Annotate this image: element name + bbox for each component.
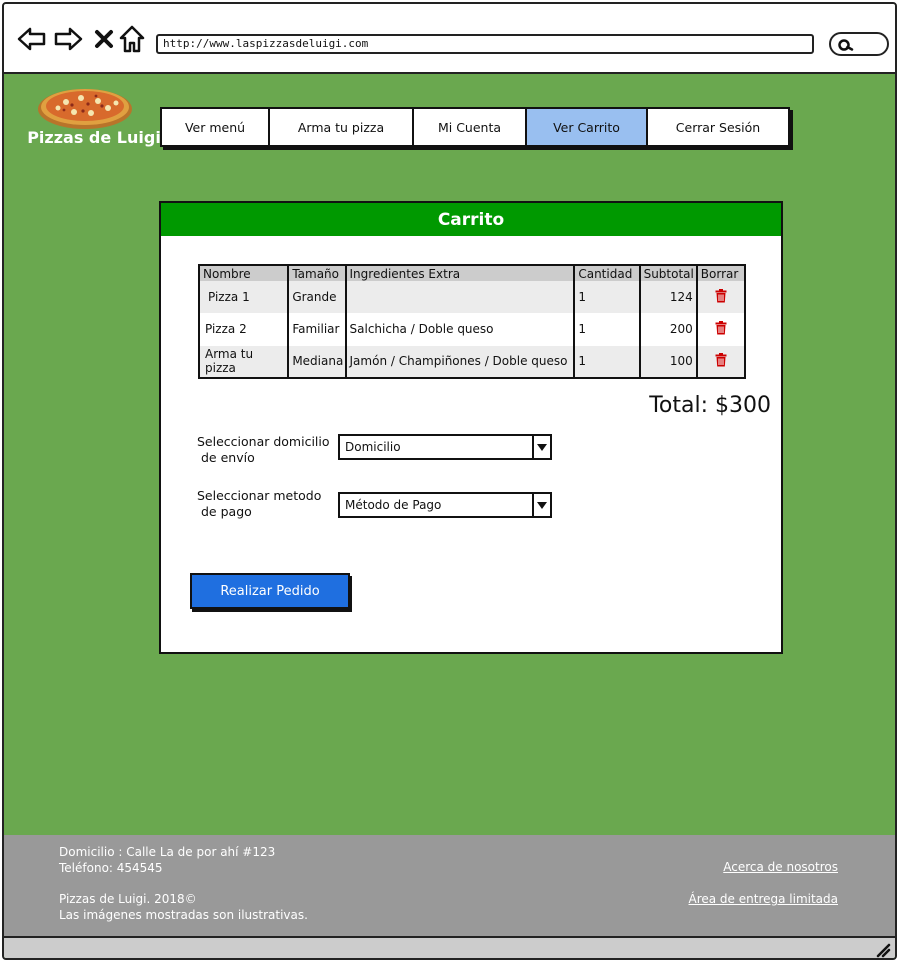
trash-icon — [715, 288, 727, 303]
browser-toolbar: http://www.laspizzasdeluigi.com — [4, 4, 895, 74]
cart-table: Nombre Tamaño Ingredientes Extra Cantida… — [198, 264, 746, 379]
home-icon — [119, 25, 145, 53]
footer-address: Domicilio : Calle La de por ahí #123 — [59, 845, 276, 859]
home-button[interactable] — [116, 24, 148, 54]
cell-borrar — [697, 313, 745, 345]
status-bar — [4, 936, 895, 958]
col-header-borrar: Borrar — [696, 265, 745, 281]
chevron-down-icon — [537, 443, 547, 451]
cell-tamano: Grande — [288, 281, 347, 314]
resize-grip-icon[interactable] — [875, 942, 891, 958]
payment-select-value: Método de Pago — [345, 498, 442, 512]
back-button[interactable] — [16, 24, 48, 54]
cell-tamano: Mediana — [288, 345, 347, 378]
table-row: Pizza 1 Grande 1 124 — [199, 281, 745, 314]
cart-total: Total: $300 — [649, 393, 771, 418]
url-bar[interactable]: http://www.laspizzasdeluigi.com — [156, 34, 814, 54]
nav-ver-carrito[interactable]: Ver Carrito — [527, 109, 648, 145]
cell-ingredientes: Salchicha / Doble queso — [345, 313, 576, 346]
search-icon — [838, 39, 854, 51]
col-header-tamano: Tamaño — [288, 265, 347, 281]
close-icon — [95, 30, 113, 48]
footer-disclaimer: Las imágenes mostradas son ilustrativas. — [59, 908, 308, 922]
col-header-subtotal: Subtotal — [639, 265, 698, 281]
address-select[interactable]: Domicilio — [338, 434, 552, 460]
col-header-cantidad: Cantidad — [574, 265, 641, 281]
about-link[interactable]: Acerca de nosotros — [723, 860, 838, 874]
table-row: Arma tu pizza Mediana Jamón / Champiñone… — [199, 345, 745, 378]
cell-tamano: Familiar — [288, 313, 347, 346]
browser-window: http://www.laspizzasdeluigi.com Pizzas d… — [2, 2, 897, 960]
delete-row-button[interactable] — [715, 288, 727, 306]
footer: Domicilio : Calle La de por ahí #123 Tel… — [4, 835, 895, 936]
cell-cantidad: 1 — [574, 345, 641, 378]
cell-subtotal: 100 — [639, 345, 698, 378]
trash-icon — [715, 352, 727, 367]
cell-ingredientes — [345, 281, 576, 314]
payment-label: Seleccionar metodo de pago — [197, 488, 321, 520]
brand-name: Pizzas de Luigi — [27, 128, 161, 147]
cell-nombre: Pizza 2 — [199, 313, 290, 346]
pizza-logo — [38, 89, 132, 129]
back-arrow-icon — [17, 27, 46, 51]
cell-borrar — [696, 281, 745, 314]
delete-row-button[interactable] — [715, 352, 727, 370]
nav-mi-cuenta[interactable]: Mi Cuenta — [414, 109, 527, 145]
payment-select-toggle[interactable] — [532, 494, 550, 516]
cell-cantidad: 1 — [574, 313, 641, 346]
payment-label-line-2: de pago — [201, 504, 252, 519]
nav-ver-menu[interactable]: Ver menú — [162, 109, 270, 145]
address-label-line-2: de envío — [201, 450, 255, 465]
cart-title: Carrito — [161, 203, 781, 236]
place-order-button[interactable]: Realizar Pedido — [190, 573, 350, 609]
address-label: Seleccionar domicilio de envío — [197, 434, 330, 466]
cart-panel: Carrito Nombre Tamaño Ingredientes Extra… — [159, 201, 783, 654]
footer-phone: Teléfono: 454545 — [59, 861, 163, 875]
delete-row-button[interactable] — [715, 320, 727, 338]
cell-cantidad: 1 — [574, 281, 641, 314]
cell-subtotal: 124 — [639, 281, 698, 314]
address-select-toggle[interactable] — [532, 436, 550, 458]
cell-subtotal: 200 — [639, 313, 698, 346]
payment-label-line-1: Seleccionar metodo — [197, 488, 322, 503]
table-row: Pizza 2 Familiar Salchicha / Doble queso… — [199, 313, 745, 346]
trash-icon — [715, 320, 727, 335]
cell-nombre: Pizza 1 — [199, 281, 290, 314]
delivery-area-link[interactable]: Área de entrega limitada — [689, 892, 839, 906]
cell-ingredientes: Jamón / Champiñones / Doble queso — [345, 345, 576, 378]
chevron-down-icon — [537, 501, 547, 509]
address-select-value: Domicilio — [345, 440, 401, 454]
nav-cerrar-sesion[interactable]: Cerrar Sesión — [648, 109, 788, 145]
cell-borrar — [696, 345, 745, 378]
browser-search-field[interactable] — [829, 32, 889, 56]
forward-arrow-icon — [54, 27, 83, 51]
footer-copyright: Pizzas de Luigi. 2018© — [59, 892, 197, 906]
payment-select[interactable]: Método de Pago — [338, 492, 552, 518]
nav-arma-tu-pizza[interactable]: Arma tu pizza — [270, 109, 414, 145]
address-label-line-1: Seleccionar domicilio — [197, 434, 330, 449]
table-header-row: Nombre Tamaño Ingredientes Extra Cantida… — [199, 265, 745, 281]
main-nav: Ver menú Arma tu pizza Mi Cuenta Ver Car… — [160, 107, 790, 147]
cell-nombre: Arma tu pizza — [199, 345, 290, 378]
col-header-nombre: Nombre — [199, 265, 290, 281]
col-header-ingredientes: Ingredientes Extra — [345, 265, 576, 281]
forward-button[interactable] — [52, 24, 84, 54]
